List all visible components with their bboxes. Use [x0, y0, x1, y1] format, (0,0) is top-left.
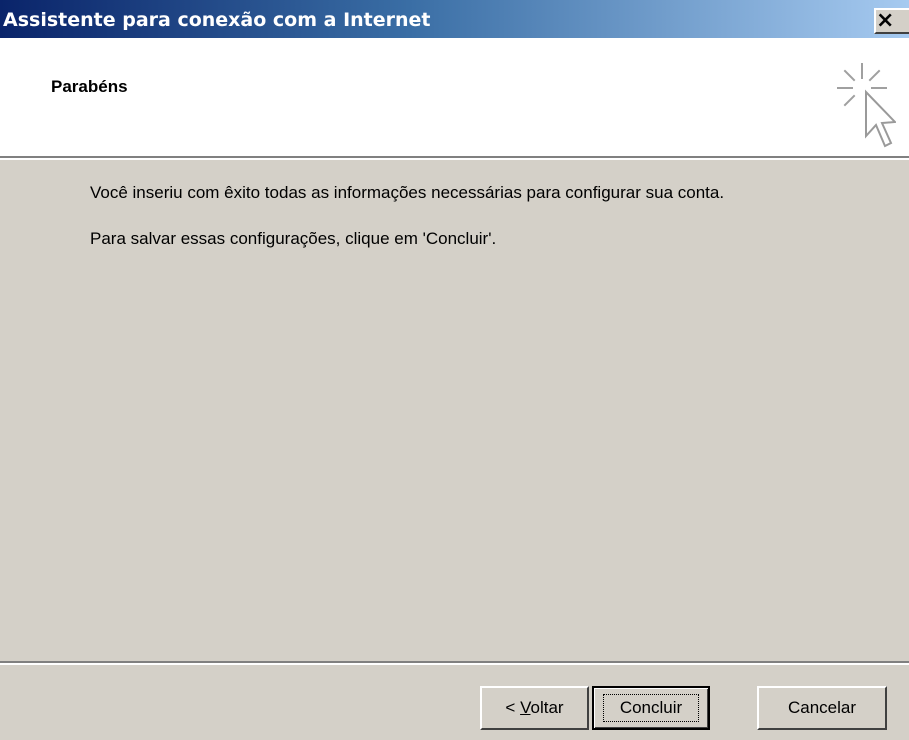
save-instruction: Para salvar essas configurações, clique …	[90, 229, 497, 248]
back-label-rest: oltar	[530, 698, 564, 717]
footer-divider	[0, 661, 909, 665]
finish-label: Concluir	[602, 694, 700, 722]
back-button[interactable]: < Voltar	[480, 686, 589, 730]
wizard-window: Assistente para conexão com a Internet ×…	[0, 0, 909, 740]
finish-button[interactable]: Concluir	[592, 686, 710, 730]
success-message: Você inseriu com êxito todas as informaç…	[90, 183, 725, 202]
back-mnemonic: V	[520, 698, 531, 717]
header-divider	[0, 156, 909, 160]
page-title: Parabéns	[51, 77, 128, 96]
cursor-click-icon	[837, 63, 896, 148]
back-prefix: <	[505, 698, 521, 717]
cancel-button[interactable]: Cancelar	[757, 686, 887, 730]
wizard-header: Parabéns	[0, 38, 909, 156]
close-button[interactable]: ×	[874, 8, 909, 34]
title-bar[interactable]: Assistente para conexão com a Internet ×	[0, 0, 909, 38]
close-icon: ×	[876, 8, 895, 33]
window-title: Assistente para conexão com a Internet	[3, 9, 431, 31]
